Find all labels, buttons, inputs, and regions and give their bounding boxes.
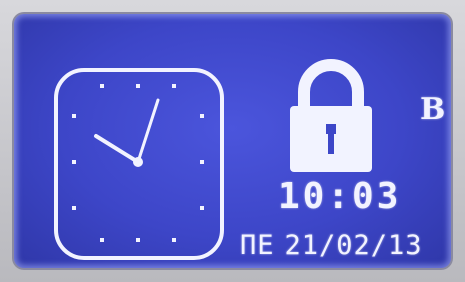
date-value: 21/02/13 — [284, 230, 423, 261]
day-of-week: ПЕ — [240, 230, 275, 261]
lcd-screen: B 10:03 ПЕ 21/02/13 — [14, 14, 451, 268]
clock-center — [133, 157, 143, 167]
clock-hour-hand — [94, 134, 140, 164]
clock-minute-hand — [136, 98, 160, 164]
status-indicator-letter: B — [420, 92, 446, 127]
time-display: 10:03 — [278, 176, 402, 217]
padlock-icon — [290, 59, 372, 172]
analog-clock-icon — [54, 68, 224, 260]
date-display: ПЕ 21/02/13 — [240, 230, 423, 261]
